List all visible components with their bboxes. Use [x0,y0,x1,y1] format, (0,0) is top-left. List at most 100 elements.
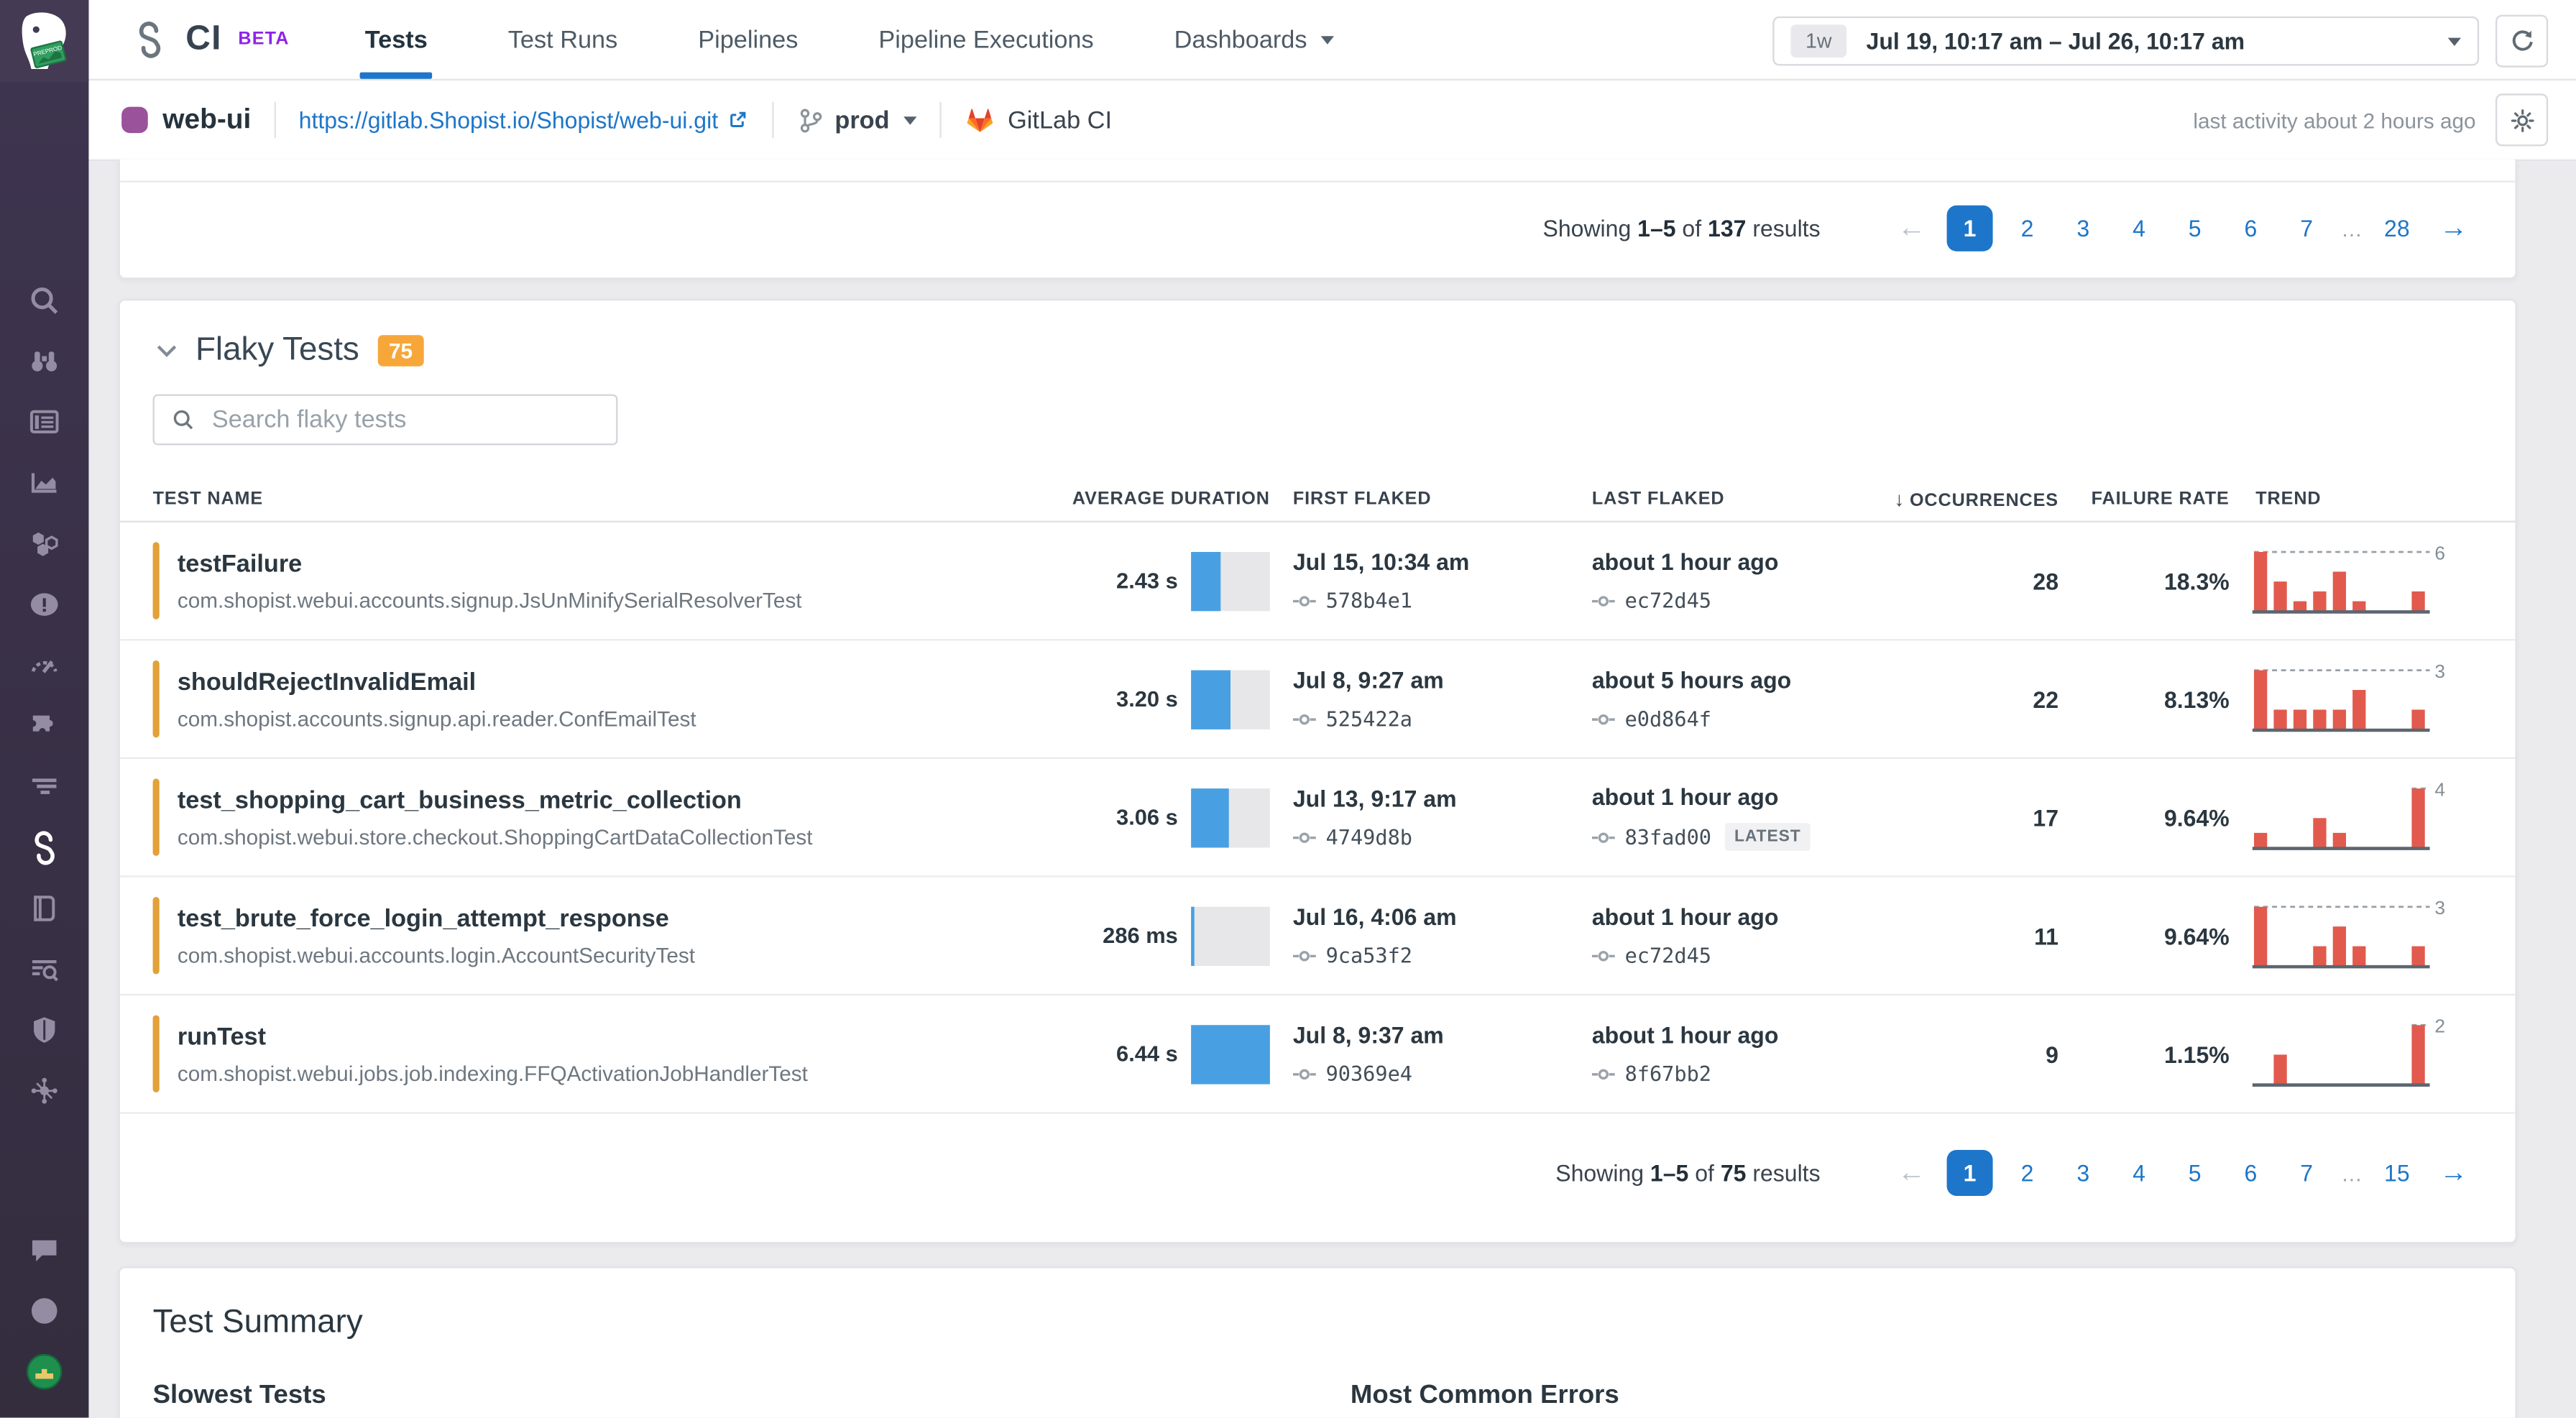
bits-dog-icon: PREPROD [12,8,77,73]
flaky-tests-header[interactable]: Flaky Tests 75 [120,300,2516,369]
page-1-active[interactable]: 1 [1947,206,1993,252]
page-4[interactable]: 4 [2117,1160,2160,1187]
commit-hash: 9ca53f2 [1326,943,1412,967]
sidebar-nav [0,270,88,1120]
avg-duration-cell: 6.44 s [1040,1024,1270,1083]
showing-of: of [1688,1160,1721,1187]
sidebar-item-audit[interactable] [0,938,88,999]
page-3[interactable]: 3 [2062,215,2104,241]
avg-duration-cell: 3.20 s [1040,669,1270,728]
sidebar-item-watchdog[interactable] [0,330,88,391]
col-first-flaked[interactable]: FIRST FLAKED [1293,489,1569,509]
page-3[interactable]: 3 [2062,1160,2104,1187]
tab-test-runs[interactable]: Test Runs [508,0,617,79]
col-last-flaked[interactable]: LAST FLAKED [1592,489,1872,509]
sidebar-item-help[interactable]: ? [0,1280,88,1341]
commit-link[interactable]: 9ca53f2 [1293,943,1569,967]
sidebar-item-chat[interactable] [0,1219,88,1280]
commit-link[interactable]: 4749d8b [1293,824,1569,849]
col-trend[interactable]: TREND [2253,489,2483,509]
tab-pipelines[interactable]: Pipelines [698,0,798,79]
col-test-name[interactable]: TEST NAME [153,489,1017,509]
page-15[interactable]: 15 [2375,1160,2418,1187]
sidebar-item-dashboards[interactable] [0,391,88,452]
pager: ←1234567…28→ [1882,206,2482,252]
sidebar-item-network[interactable] [0,1059,88,1120]
commit-link[interactable]: ec72d45 [1592,588,1872,612]
refresh-button[interactable] [2496,15,2548,68]
common-errors-column: Most Common Errors [1351,1381,1619,1411]
commit-link[interactable]: 8f67bb2 [1592,1062,1872,1086]
showing-total: 137 [1708,215,1746,241]
failure-rate-cell: 18.3% [2082,568,2230,594]
datadog-logo[interactable]: PREPROD [0,0,88,82]
last-activity: last activity about 2 hours ago [2193,108,2475,132]
sidebar-item-search[interactable] [0,270,88,331]
page-4[interactable]: 4 [2117,215,2160,241]
page-7[interactable]: 7 [2285,1160,2327,1187]
commit-hash: 83fad00 [1625,824,1711,849]
commit-link[interactable]: 90369e4 [1293,1062,1569,1086]
tab-dashboards[interactable]: Dashboards [1174,0,1333,79]
settings-button[interactable] [2496,93,2548,146]
commit-link[interactable]: 83fad00LATEST [1592,823,1872,851]
sidebar-item-infrastructure[interactable] [0,512,88,574]
branch-selector[interactable]: prod [797,106,918,134]
table-row[interactable]: shouldRejectInvalidEmailcom.shopist.acco… [120,640,2516,759]
sidebar-item-ci[interactable] [0,816,88,878]
sidebar-item-apm[interactable] [0,634,88,695]
repo-url-link[interactable]: https://gitlab.Shopist.io/Shopist/web-ui… [299,107,750,134]
sidebar-item-integrations[interactable] [0,695,88,756]
user-avatar[interactable] [0,1340,88,1401]
next-page-arrow[interactable]: → [2425,212,2483,245]
commit-link[interactable]: 578b4e1 [1293,588,1569,612]
page-6[interactable]: 6 [2230,215,2272,241]
page-7[interactable]: 7 [2285,215,2327,241]
page-5[interactable]: 5 [2174,1160,2216,1187]
sidebar-item-logs[interactable] [0,755,88,816]
chevron-down-icon [2448,37,2461,45]
sidebar-item-metrics[interactable] [0,452,88,513]
table-header: TEST NAME AVERAGE DURATION FIRST FLAKED … [120,478,2516,522]
tab-tests[interactable]: Tests [365,0,428,79]
gear-icon [2508,106,2536,134]
test-name-cell: test_brute_force_login_attempt_responsec… [153,897,1017,974]
table-row[interactable]: test_brute_force_login_attempt_responsec… [120,878,2516,996]
sort-desc-icon: ↓ [1894,488,1905,511]
next-page-arrow[interactable]: → [2425,1156,2483,1189]
table-row[interactable]: runTestcom.shopist.webui.jobs.job.indexi… [120,995,2516,1114]
page-2[interactable]: 2 [2006,1160,2048,1187]
commit-link[interactable]: ec72d45 [1592,943,1872,967]
trend-cell: 6 [2253,539,2483,623]
col-avg-duration[interactable]: AVERAGE DURATION [1040,489,1270,509]
avg-duration-cell: 3.06 s [1040,788,1270,847]
table-row[interactable]: test_shopping_cart_business_metric_colle… [120,759,2516,878]
prev-page-arrow[interactable]: ← [1882,212,1940,245]
page-6[interactable]: 6 [2230,1160,2272,1187]
page-content: Showing 1–5 of 137 results←1234567…28→ F… [119,160,2517,1418]
flaked-date: Jul 16, 4:06 am [1293,903,1569,930]
duration-bar [1191,669,1270,728]
showing-range: 1–5 [1637,215,1675,241]
divider [773,102,774,138]
tab-pipeline-executions[interactable]: Pipeline Executions [878,0,1093,79]
time-range-picker[interactable]: 1w Jul 19, 10:17 am – Jul 26, 10:17 am [1772,17,2479,66]
git-commit-icon [1293,1065,1316,1082]
col-occurrences[interactable]: ↓OCCURRENCES [1894,488,2058,511]
dashboard-list-icon [27,403,63,439]
sidebar-item-security[interactable] [0,999,88,1060]
sidebar-item-monitors[interactable] [0,574,88,635]
sidebar-item-notebooks[interactable] [0,878,88,939]
page-5[interactable]: 5 [2174,215,2216,241]
commit-link[interactable]: e0d864f [1592,706,1872,731]
commit-link[interactable]: 525422a [1293,706,1569,731]
table-row[interactable]: testFailurecom.shopist.webui.accounts.si… [120,522,2516,641]
occurrences-cell: 11 [1894,922,2058,949]
flaky-marker [153,542,160,619]
page-1-active[interactable]: 1 [1947,1150,1993,1196]
prev-page-arrow[interactable]: ← [1882,1156,1940,1189]
page-28[interactable]: 28 [2375,215,2418,241]
col-failure-rate[interactable]: FAILURE RATE [2082,489,2230,509]
search-input[interactable] [208,404,599,435]
page-2[interactable]: 2 [2006,215,2048,241]
